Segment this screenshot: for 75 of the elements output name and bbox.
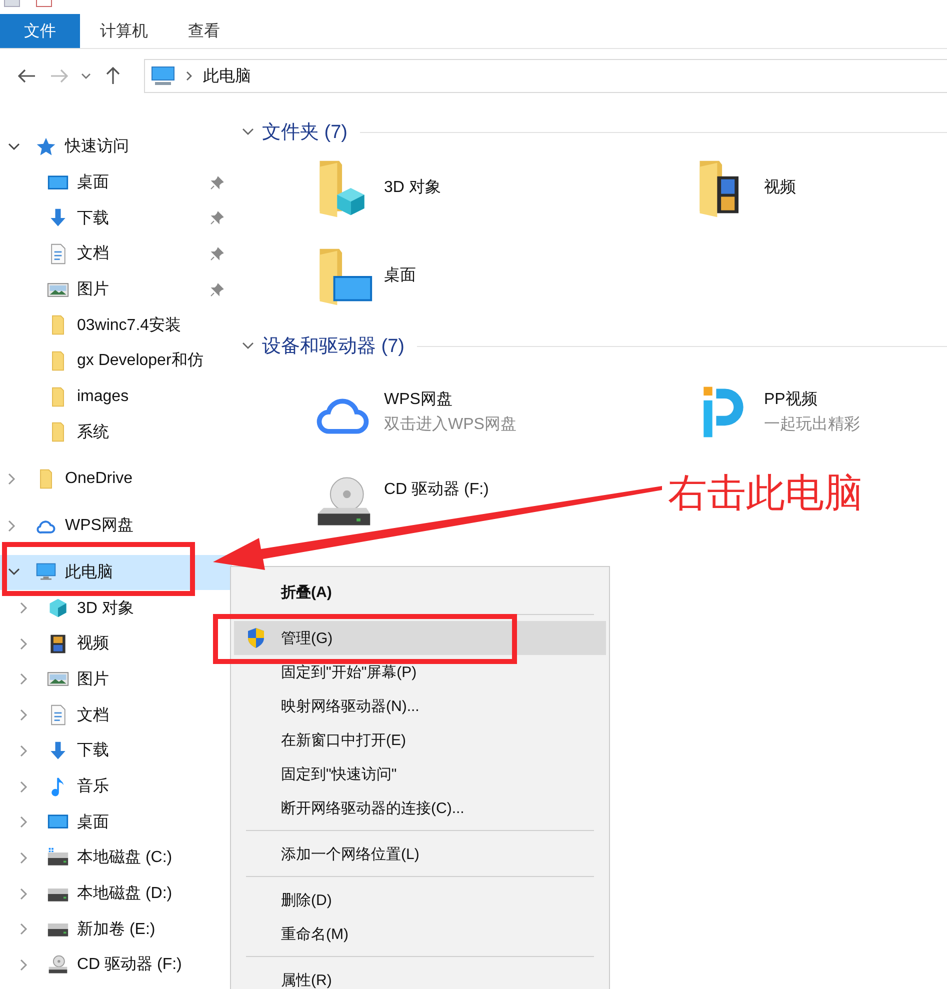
device-item[interactable]: PP视频 一起玩出精彩 [692, 379, 860, 455]
left-arrow-icon [18, 69, 36, 83]
folder-item[interactable]: 桌面 [312, 243, 416, 319]
sidebar-item[interactable]: 文档 [0, 236, 232, 272]
chevron-right-icon [20, 744, 28, 757]
sidebar-item[interactable]: 此电脑 [0, 554, 232, 590]
toolbar-icon[interactable] [36, 0, 52, 7]
sidebar-item[interactable]: images [0, 378, 232, 414]
menu-item[interactable]: 管理(G) [234, 621, 606, 655]
sidebar-item[interactable]: WPS网盘 [0, 508, 232, 544]
chevron-right-icon [8, 520, 16, 532]
menu-item[interactable]: 在新窗口中打开(E) [234, 723, 606, 757]
chevron-right-icon [20, 816, 28, 828]
chevron-down-icon [8, 568, 20, 576]
sidebar-item[interactable]: 本地磁盘 (D:) [0, 876, 232, 912]
device-item[interactable]: WPS网盘 双击进入WPS网盘 [312, 379, 516, 455]
folder-item[interactable]: 3D 对象 [312, 155, 441, 231]
menu-item[interactable]: 删除(D) [234, 883, 606, 917]
chevron-right-icon [20, 852, 28, 864]
menu-item[interactable]: 重命名(M) [234, 917, 606, 951]
sidebar-item[interactable]: 下载 [0, 733, 232, 769]
chevron-right-icon [20, 638, 28, 650]
right-arrow-icon [50, 69, 68, 83]
folder-item[interactable]: 视频 [692, 155, 796, 231]
menu-item[interactable]: 折叠(A) [234, 575, 606, 609]
chevron-right-icon [20, 602, 28, 614]
sidebar-item[interactable]: 新加卷 (E:) [0, 911, 232, 948]
ribbon-tab[interactable]: 文件 [0, 14, 80, 48]
sidebar-item[interactable]: 桌面 [0, 804, 232, 840]
menu-item[interactable]: 固定到"快速访问" [234, 757, 606, 791]
sidebar-item[interactable]: gx Developer和仿 [0, 343, 232, 379]
menu-item[interactable]: 属性(R) [234, 963, 606, 989]
group-header[interactable]: 文件夹 (7) [240, 119, 348, 145]
star-icon [35, 136, 57, 158]
chevron-down-icon [242, 342, 254, 350]
sidebar-item[interactable]: OneDrive [0, 461, 232, 497]
chevron-right-icon [20, 888, 28, 900]
sidebar-item[interactable]: 图片 [0, 272, 232, 308]
menu-item[interactable]: 固定到"开始"屏幕(P) [234, 655, 606, 689]
chevron-right-icon [8, 473, 16, 486]
sidebar-item[interactable]: 系统 [0, 414, 232, 450]
sidebar-item[interactable]: 音乐 [0, 768, 232, 804]
sidebar-item[interactable]: 03winc7.4安装 [0, 307, 232, 344]
device-item[interactable]: CD 驱动器 (F:) [312, 469, 489, 545]
chevron-right-icon [20, 709, 28, 722]
sidebar-item[interactable]: 文档 [0, 697, 232, 733]
menu-item[interactable]: 断开网络驱动器的连接(C)... [234, 791, 606, 825]
sidebar-item[interactable]: 桌面 [0, 164, 232, 200]
address-bar[interactable]: 此电脑 [144, 59, 947, 93]
sidebar-item[interactable]: 本地磁盘 (C:) [0, 840, 232, 876]
sidebar-item[interactable]: 图片 [0, 662, 232, 698]
sidebar-item[interactable]: CD 驱动器 (F:) [0, 947, 232, 983]
menu-item[interactable]: 映射网络驱动器(N)... [234, 689, 606, 723]
group-header[interactable]: 设备和驱动器 (7) [240, 333, 404, 359]
chevron-down-icon [8, 142, 20, 151]
sidebar-item[interactable]: 视频 [0, 626, 232, 662]
chevron-right-icon [20, 958, 28, 971]
breadcrumb[interactable]: 此电脑 [203, 66, 251, 86]
chevron-down-icon [242, 128, 254, 136]
sidebar-item[interactable]: 快速访问 [0, 129, 232, 165]
chevron-right-icon [20, 673, 28, 686]
cube-icon [47, 597, 69, 620]
chevron-right-icon [20, 923, 28, 936]
sidebar-item[interactable]: 下载 [0, 200, 232, 236]
sidebar-item[interactable]: 3D 对象 [0, 590, 232, 626]
chevron-down-icon [81, 73, 91, 79]
chevron-right-icon [185, 71, 193, 81]
callout-text: 右击此电脑 [668, 471, 863, 517]
chevron-right-icon [20, 780, 28, 793]
ribbon-tab[interactable]: 计算机 [80, 14, 168, 48]
computer-icon [151, 66, 175, 86]
up-arrow-icon [106, 67, 120, 85]
menu-item[interactable]: 添加一个网络位置(L) [234, 837, 606, 871]
disc-drive-icon [47, 954, 69, 976]
ribbon-tab[interactable]: 查看 [168, 14, 240, 48]
